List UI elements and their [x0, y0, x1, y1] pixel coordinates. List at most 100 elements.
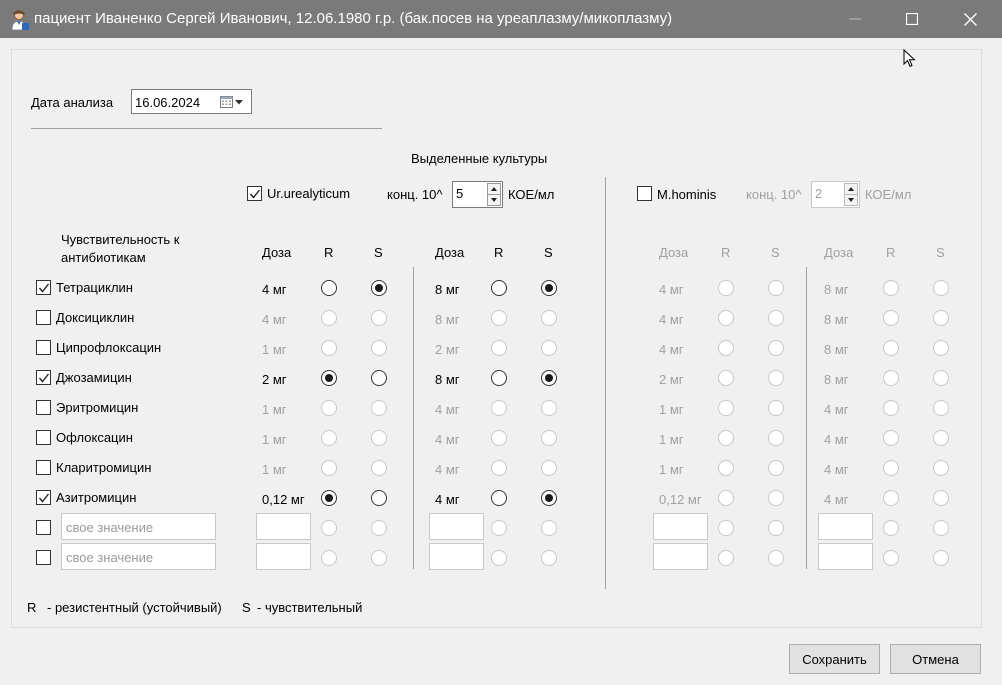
c2-col2-s-radio[interactable] [933, 520, 949, 536]
c1-col1-s-radio[interactable] [371, 370, 387, 386]
c1-col2-s-radio[interactable] [541, 430, 557, 446]
minimize-button[interactable] [826, 0, 884, 38]
antibiotic-checkbox[interactable] [36, 400, 51, 415]
c2-col1-r-radio[interactable] [718, 370, 734, 386]
c1-col1-r-radio[interactable] [321, 400, 337, 416]
date-picker[interactable]: 16.06.2024 [131, 89, 252, 114]
c2-col2-s-radio[interactable] [933, 400, 949, 416]
c1-col1-r-radio[interactable] [321, 490, 337, 506]
c2-col2-r-radio[interactable] [883, 400, 899, 416]
c1-col2-r-radio[interactable] [491, 370, 507, 386]
c1-col2-s-radio[interactable] [541, 550, 557, 566]
c1-col1-s-radio[interactable] [371, 400, 387, 416]
c1-col1-r-radio[interactable] [321, 370, 337, 386]
c2-col2-s-radio[interactable] [933, 490, 949, 506]
c1-col1-r-radio[interactable] [321, 340, 337, 356]
culture2-checkbox[interactable] [637, 186, 652, 201]
c1-col2-s-radio[interactable] [541, 490, 557, 506]
c1-col1-s-radio[interactable] [371, 340, 387, 356]
cancel-button[interactable]: Отмена [890, 644, 981, 674]
c1-col1-r-radio[interactable] [321, 550, 337, 566]
c1-col1-custom-dose-input[interactable] [256, 513, 311, 540]
c2-col1-r-radio[interactable] [718, 400, 734, 416]
save-button[interactable]: Сохранить [789, 644, 880, 674]
c2-col2-custom-dose-input[interactable] [818, 543, 873, 570]
c2-col1-s-radio[interactable] [768, 460, 784, 476]
c1-col2-r-radio[interactable] [491, 340, 507, 356]
c2-col2-r-radio[interactable] [883, 310, 899, 326]
culture2-conc-spinner[interactable]: 2 [811, 181, 860, 208]
c1-col1-r-radio[interactable] [321, 460, 337, 476]
c2-col1-r-radio[interactable] [718, 280, 734, 296]
close-button[interactable] [941, 0, 999, 38]
c1-col2-r-radio[interactable] [491, 280, 507, 296]
c1-col1-r-radio[interactable] [321, 280, 337, 296]
c2-col2-s-radio[interactable] [933, 310, 949, 326]
spinner-arrows-icon[interactable] [844, 183, 858, 206]
c1-col1-s-radio[interactable] [371, 490, 387, 506]
c1-col2-r-radio[interactable] [491, 550, 507, 566]
c1-col2-r-radio[interactable] [491, 400, 507, 416]
c2-col1-r-radio[interactable] [718, 310, 734, 326]
antibiotic-checkbox[interactable] [36, 310, 51, 325]
c1-col1-s-radio[interactable] [371, 550, 387, 566]
antibiotic-checkbox[interactable] [36, 490, 51, 505]
c2-col2-r-radio[interactable] [883, 340, 899, 356]
c1-col1-r-radio[interactable] [321, 520, 337, 536]
c2-col1-r-radio[interactable] [718, 550, 734, 566]
custom-name-input[interactable]: свое значение [61, 513, 216, 540]
c2-col1-s-radio[interactable] [768, 430, 784, 446]
c1-col1-r-radio[interactable] [321, 310, 337, 326]
c2-col2-custom-dose-input[interactable] [818, 513, 873, 540]
c2-col1-r-radio[interactable] [718, 340, 734, 356]
c2-col1-s-radio[interactable] [768, 550, 784, 566]
c2-col1-r-radio[interactable] [718, 520, 734, 536]
custom-checkbox[interactable] [36, 550, 51, 565]
c2-col2-r-radio[interactable] [883, 550, 899, 566]
antibiotic-checkbox[interactable] [36, 370, 51, 385]
c1-col1-custom-dose-input[interactable] [256, 543, 311, 570]
c2-col1-s-radio[interactable] [768, 310, 784, 326]
culture1-conc-spinner[interactable]: 5 [452, 181, 503, 208]
c2-col1-s-radio[interactable] [768, 400, 784, 416]
c1-col2-s-radio[interactable] [541, 340, 557, 356]
c2-col2-s-radio[interactable] [933, 430, 949, 446]
c1-col1-r-radio[interactable] [321, 430, 337, 446]
c1-col2-r-radio[interactable] [491, 490, 507, 506]
c1-col1-s-radio[interactable] [371, 520, 387, 536]
c2-col1-s-radio[interactable] [768, 490, 784, 506]
custom-checkbox[interactable] [36, 520, 51, 535]
c1-col1-s-radio[interactable] [371, 280, 387, 296]
c2-col1-s-radio[interactable] [768, 520, 784, 536]
c1-col1-s-radio[interactable] [371, 310, 387, 326]
c2-col2-r-radio[interactable] [883, 520, 899, 536]
c1-col2-r-radio[interactable] [491, 430, 507, 446]
c2-col2-s-radio[interactable] [933, 550, 949, 566]
c2-col2-s-radio[interactable] [933, 370, 949, 386]
culture1-checkbox[interactable] [247, 186, 262, 201]
c1-col1-s-radio[interactable] [371, 430, 387, 446]
c2-col2-r-radio[interactable] [883, 280, 899, 296]
c2-col1-s-radio[interactable] [768, 280, 784, 296]
c1-col2-s-radio[interactable] [541, 280, 557, 296]
c1-col2-s-radio[interactable] [541, 400, 557, 416]
c2-col2-r-radio[interactable] [883, 460, 899, 476]
c1-col2-custom-dose-input[interactable] [429, 513, 484, 540]
c2-col1-r-radio[interactable] [718, 430, 734, 446]
c1-col2-r-radio[interactable] [491, 460, 507, 476]
c2-col1-s-radio[interactable] [768, 340, 784, 356]
spinner-arrows-icon[interactable] [487, 183, 501, 206]
c2-col2-s-radio[interactable] [933, 460, 949, 476]
antibiotic-checkbox[interactable] [36, 460, 51, 475]
c2-col2-r-radio[interactable] [883, 490, 899, 506]
c2-col2-r-radio[interactable] [883, 430, 899, 446]
c2-col1-custom-dose-input[interactable] [653, 513, 708, 540]
c1-col2-r-radio[interactable] [491, 310, 507, 326]
c2-col2-s-radio[interactable] [933, 280, 949, 296]
c2-col1-r-radio[interactable] [718, 490, 734, 506]
custom-name-input[interactable]: свое значение [61, 543, 216, 570]
c1-col2-custom-dose-input[interactable] [429, 543, 484, 570]
antibiotic-checkbox[interactable] [36, 430, 51, 445]
c1-col2-s-radio[interactable] [541, 520, 557, 536]
c1-col2-s-radio[interactable] [541, 460, 557, 476]
